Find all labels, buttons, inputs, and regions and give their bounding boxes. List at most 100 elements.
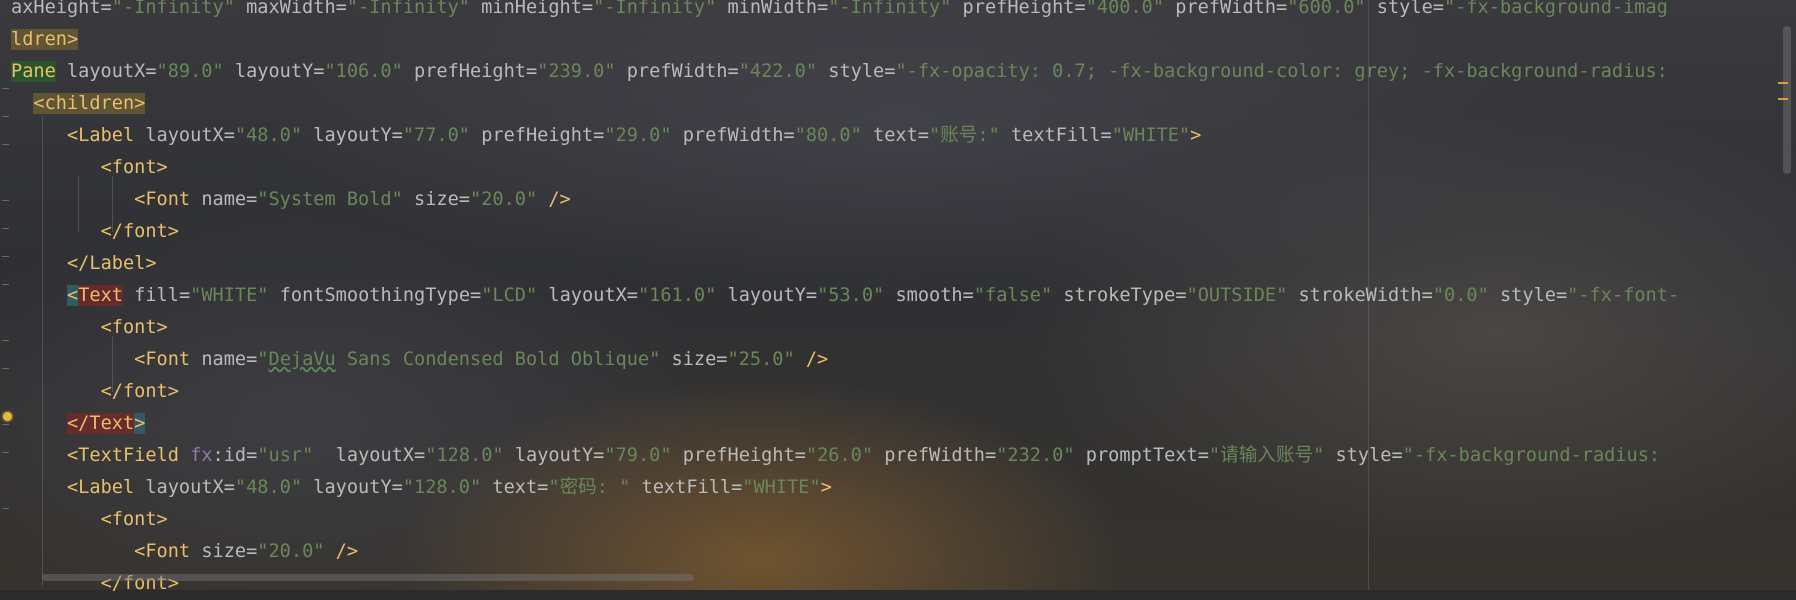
code-line[interactable]: </font> — [11, 216, 179, 248]
code-line[interactable]: ldren> — [11, 24, 79, 56]
code-token: fill= — [122, 285, 191, 306]
horizontal-scrollbar[interactable] — [42, 574, 694, 581]
code-line[interactable]: <Font name="System Bold" size="20.0" /> — [11, 184, 571, 216]
code-token: "128.0" — [402, 477, 482, 498]
code-token: layoutY= — [223, 61, 325, 82]
code-token: "128.0" — [425, 445, 504, 466]
code-token: < — [66, 285, 79, 306]
code-token: layoutX= — [537, 285, 638, 306]
code-token: style= — [1324, 445, 1403, 466]
code-token: textFill= — [999, 125, 1112, 146]
code-token: strokeType= — [1052, 285, 1187, 306]
code-token: </Text — [66, 413, 135, 434]
code-token: "-Infinity" — [346, 0, 470, 18]
code-line[interactable]: <font> — [11, 312, 168, 344]
code-token: > — [134, 413, 146, 434]
code-line[interactable]: <TextField fx:id="usr" layoutX="128.0" l… — [11, 440, 1660, 472]
code-token: prefHeight= — [402, 61, 538, 82]
code-line[interactable]: <font> — [11, 152, 168, 184]
code-token: "密码: " — [548, 477, 631, 498]
code-token: prefHeight= — [671, 445, 806, 466]
code-token: <Font — [134, 189, 191, 210]
code-line[interactable]: <Font name="DejaVu Sans Condensed Bold O… — [11, 344, 828, 376]
code-line[interactable]: Pane layoutX="89.0" layoutY="106.0" pref… — [11, 56, 1668, 88]
code-token: <TextField — [66, 445, 179, 466]
code-token: "-fx-opacity: 0.7; -fx-background-color:… — [895, 61, 1668, 82]
code-token: "usr" — [257, 445, 314, 466]
code-token: ldren> — [11, 29, 79, 50]
code-token: "OUTSIDE" — [1186, 285, 1288, 306]
code-line[interactable]: <Text fill="WHITE" fontSmoothingType="LC… — [11, 280, 1679, 312]
code-line[interactable]: </font> — [11, 568, 179, 600]
code-token: minWidth= — [716, 0, 829, 18]
error-stripe-marker[interactable] — [1778, 82, 1788, 84]
code-token: textFill= — [630, 477, 743, 498]
code-token: prefWidth= — [615, 61, 739, 82]
code-line[interactable]: <children> — [11, 88, 146, 120]
code-token: > — [820, 477, 832, 498]
code-editor[interactable]: axHeight="-Infinity" maxWidth="-Infinity… — [0, 0, 1796, 594]
code-token: <Label — [66, 477, 135, 498]
code-line[interactable]: <Label layoutX="48.0" layoutY="77.0" pre… — [11, 120, 1201, 152]
code-token: size= — [402, 189, 470, 210]
vertical-scrollbar[interactable] — [1783, 26, 1791, 174]
code-token: "29.0" — [604, 125, 672, 146]
code-token: DejaVu — [268, 349, 336, 370]
code-token: text= — [481, 477, 549, 498]
code-token: "WHITE" — [190, 285, 269, 306]
code-token: "-fx-font- — [1567, 285, 1680, 306]
code-token: "422.0" — [738, 61, 818, 82]
code-line[interactable]: </Label> — [11, 248, 157, 280]
code-token: "-Infinity" — [111, 0, 235, 18]
code-token: "77.0" — [402, 125, 470, 146]
code-token: layoutX= — [55, 61, 157, 82]
code-token: prefHeight= — [470, 125, 605, 146]
error-stripe-marker[interactable] — [1778, 98, 1788, 100]
code-token: style= — [1488, 285, 1568, 306]
code-token: size= — [190, 541, 258, 562]
code-token: minHeight= — [469, 0, 594, 18]
code-token: "-Infinity" — [828, 0, 952, 18]
code-token: <font> — [100, 509, 168, 530]
code-token: Pane — [11, 61, 56, 82]
code-token: <children> — [33, 93, 146, 114]
code-line[interactable]: </font> — [11, 376, 179, 408]
code-token: /> — [324, 541, 359, 562]
code-token: smooth= — [884, 285, 974, 306]
code-line[interactable]: <Label layoutX="48.0" layoutY="128.0" te… — [11, 472, 832, 504]
code-token: style= — [1365, 0, 1444, 18]
code-token: layoutY= — [503, 445, 605, 466]
code-token: "System Bold" — [257, 189, 403, 210]
code-token: "232.0" — [996, 445, 1075, 466]
code-line[interactable]: <Font size="20.0" /> — [11, 536, 358, 568]
code-token: "-fx-background-radius: — [1402, 445, 1661, 466]
code-token: /> — [537, 189, 571, 210]
code-token: <Label — [66, 125, 135, 146]
code-token: size= — [660, 349, 728, 370]
code-token: "false" — [973, 285, 1053, 306]
code-token: "239.0" — [537, 61, 616, 82]
code-token: axHeight= — [11, 0, 112, 18]
code-token: "79.0" — [604, 445, 672, 466]
code-token: </font> — [100, 221, 179, 242]
code-token: "600.0" — [1287, 0, 1366, 18]
code-token: "400.0" — [1085, 0, 1165, 18]
code-line[interactable]: </Text> — [11, 408, 146, 440]
code-token: prefWidth= — [873, 445, 997, 466]
code-line[interactable]: axHeight="-Infinity" maxWidth="-Infinity… — [11, 0, 1668, 24]
code-token: <Font — [134, 349, 191, 370]
code-line[interactable]: <font> — [11, 504, 168, 536]
code-token: "账号:" — [929, 125, 1000, 146]
code-token: fontSmoothingType= — [268, 285, 482, 306]
